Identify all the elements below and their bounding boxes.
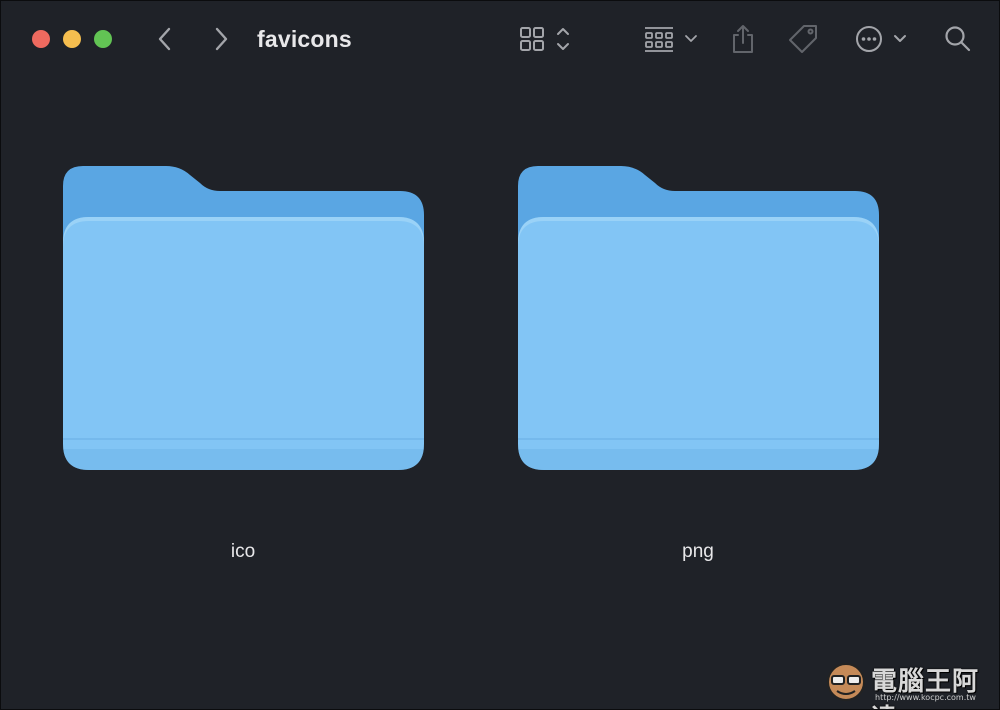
watermark-text: 電腦王阿達 [871,667,980,709]
folder-icon [58,161,428,481]
folder-name: png [682,541,714,562]
maximize-button[interactable] [94,30,112,48]
more-icon[interactable] [851,21,911,57]
grid-view-icon[interactable] [515,21,575,57]
forward-icon[interactable] [207,21,235,57]
folder-name: ico [230,541,256,562]
finder-window: favicons ico png 電腦王阿 http://www.kocpc.c… [0,0,1000,710]
group-icon[interactable] [641,21,701,57]
search-icon[interactable] [941,21,975,57]
close-button[interactable] [32,30,50,48]
folder-icon [513,161,883,481]
share-icon[interactable] [727,21,759,57]
window-title: favicons [257,26,352,52]
mascot-icon [827,663,865,701]
tag-icon[interactable] [785,21,821,57]
minimize-button[interactable] [63,30,81,48]
toolbar: favicons [1,1,999,77]
watermark-logo: 電腦王阿達 http://www.kocpc.com.tw [823,653,993,709]
watermark-url: http://www.kocpc.com.tw [875,693,976,702]
back-icon[interactable] [151,21,179,57]
